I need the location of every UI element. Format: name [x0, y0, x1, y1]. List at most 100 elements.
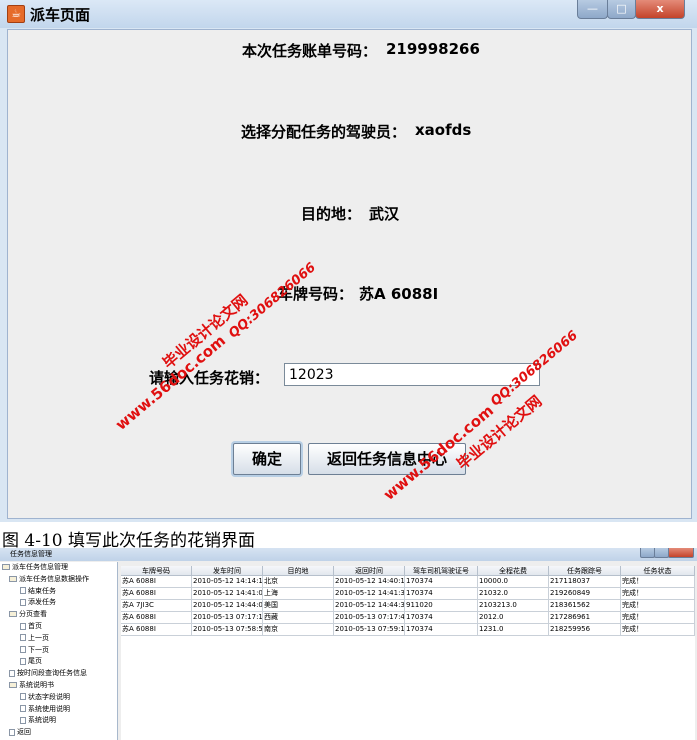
- table-cell[interactable]: 2012.0: [478, 612, 549, 624]
- tree-item-label: 派车任务信息管理: [12, 563, 68, 571]
- table-cell[interactable]: 苏A 6088I: [121, 588, 192, 600]
- folder-icon: [9, 575, 17, 582]
- confirm-button[interactable]: 确定: [233, 443, 301, 475]
- folder-icon: [9, 682, 17, 688]
- tree-item-label: 上一页: [28, 633, 49, 642]
- table-cell[interactable]: 2010-05-13 07:17:4...: [334, 612, 405, 624]
- table-cell[interactable]: 美国: [263, 600, 334, 612]
- tree-item[interactable]: 下一页: [20, 646, 49, 655]
- tree-item-label: 系统说明: [28, 716, 56, 725]
- tree-item-label: 尾页: [28, 657, 42, 666]
- table-cell[interactable]: 北京: [263, 576, 334, 588]
- column-header[interactable]: 车牌号码: [121, 566, 192, 576]
- file-icon: [20, 693, 26, 701]
- driver-label: 选择分配任务的驾驶员：: [241, 123, 407, 141]
- tree-item[interactable]: 上一页: [20, 634, 49, 643]
- column-header[interactable]: 驾车司机驾驶证号: [405, 566, 478, 576]
- maximize-button[interactable]: □: [607, 0, 636, 19]
- table-cell[interactable]: 219260849: [549, 588, 621, 600]
- tree-item[interactable]: 系统说明: [20, 716, 56, 725]
- column-header[interactable]: 发车时间: [192, 566, 263, 576]
- task-table: 车牌号码 发车时间 目的地 返回时间 驾车司机驾驶证号 全程花费 任务跟踪号 任务状态苏A 6…: [121, 566, 695, 740]
- folder-icon: [9, 611, 17, 618]
- tree-item[interactable]: 添发任务: [20, 598, 56, 607]
- tree-item-label: 返回: [17, 728, 31, 737]
- table-cell[interactable]: 2103213.0: [478, 600, 549, 612]
- order-number-label: 本次任务账单号码：: [242, 42, 378, 60]
- tree-item[interactable]: 分页查看: [9, 610, 47, 619]
- table-cell[interactable]: 2010-05-12 14:44:3...: [334, 600, 405, 612]
- task-management-window: 任务信息管理 派车任务信息管理 派车任务信息数据操作 结束任务 添发任务 分页查看 首页上…: [0, 548, 697, 740]
- table-cell[interactable]: 2010-05-13 07:58:5...: [192, 624, 263, 636]
- tree-item[interactable]: 派车任务信息数据操作: [9, 575, 89, 584]
- file-icon: [20, 716, 26, 724]
- table-cell[interactable]: 南京: [263, 624, 334, 636]
- cost-input[interactable]: [284, 363, 540, 386]
- file-icon: [9, 728, 15, 736]
- column-header[interactable]: 任务跟踪号: [549, 566, 621, 576]
- close-button-2[interactable]: [668, 548, 694, 558]
- column-header[interactable]: 全程花费: [478, 566, 549, 576]
- tree-item-label: 状态字段说明: [28, 692, 70, 701]
- table-cell[interactable]: 上海: [263, 588, 334, 600]
- column-header[interactable]: 返回时间: [334, 566, 405, 576]
- tree-item-label: 系统使用说明: [28, 704, 70, 713]
- plate-value: 苏A 6088I: [359, 285, 439, 303]
- table-cell[interactable]: 苏A 6088I: [121, 612, 192, 624]
- table-cell[interactable]: 完成！: [621, 624, 695, 636]
- table-cell[interactable]: 完成！: [621, 600, 695, 612]
- tree-item[interactable]: 系统使用说明: [20, 705, 70, 714]
- table-cell[interactable]: 2010-05-12 14:44:0...: [192, 600, 263, 612]
- minimize-button-2[interactable]: [640, 548, 655, 558]
- table-cell[interactable]: 218361562: [549, 600, 621, 612]
- table-cell[interactable]: 完成！: [621, 588, 695, 600]
- table-cell[interactable]: 170374: [405, 612, 478, 624]
- table-cell[interactable]: 2010-05-12 14:14:1...: [192, 576, 263, 588]
- file-icon: [20, 705, 26, 713]
- table-cell[interactable]: 218259956: [549, 624, 621, 636]
- tree-item[interactable]: 返回: [9, 728, 31, 737]
- table-cell[interactable]: 2010-05-12 14:41:3...: [334, 588, 405, 600]
- tree-item[interactable]: 首页: [20, 622, 42, 631]
- table-cell[interactable]: 2010-05-13 07:17:1...: [192, 612, 263, 624]
- table-cell[interactable]: 21032.0: [478, 588, 549, 600]
- column-header[interactable]: 目的地: [263, 566, 334, 576]
- table-cell[interactable]: 2010-05-12 14:40:1...: [334, 576, 405, 588]
- close-button[interactable]: x: [635, 0, 685, 19]
- tree-item[interactable]: 系统说明书: [9, 681, 54, 690]
- table-cell[interactable]: 2010-05-12 14:41:0...: [192, 588, 263, 600]
- tree-item[interactable]: 尾页: [20, 657, 42, 666]
- table-cell[interactable]: 西藏: [263, 612, 334, 624]
- tree-item-label: 下一页: [28, 645, 49, 654]
- java-cup-icon: ☕: [7, 5, 25, 23]
- table-cell[interactable]: 完成！: [621, 612, 695, 624]
- file-icon: [20, 646, 26, 654]
- file-icon: [20, 587, 26, 595]
- table-cell[interactable]: 217118037: [549, 576, 621, 588]
- column-header[interactable]: 任务状态: [621, 566, 695, 576]
- table-cell[interactable]: 1231.0: [478, 624, 549, 636]
- table-cell[interactable]: 170374: [405, 588, 478, 600]
- minimize-button[interactable]: —: [577, 0, 608, 19]
- title-bar: ☕ 派车页面 — □ x: [0, 0, 697, 28]
- destination-value: 武汉: [369, 205, 400, 223]
- table-cell[interactable]: 911020: [405, 600, 478, 612]
- tree-item[interactable]: 按时间段查询任务信息: [9, 669, 87, 678]
- table-cell[interactable]: 2010-05-13 07:59:1...: [334, 624, 405, 636]
- maximize-button-2[interactable]: [654, 548, 669, 558]
- tree-item[interactable]: 状态字段说明: [20, 693, 70, 702]
- table-cell[interactable]: 苏A 7JI3C: [121, 600, 192, 612]
- table-cell[interactable]: 170374: [405, 576, 478, 588]
- table-cell[interactable]: 217286961: [549, 612, 621, 624]
- tree-item[interactable]: 派车任务信息管理: [2, 563, 68, 572]
- tree-item[interactable]: 结束任务: [20, 587, 56, 596]
- tree-item-label: 结束任务: [28, 586, 56, 595]
- file-icon: [9, 669, 15, 677]
- driver-value[interactable]: xaofds: [415, 121, 471, 139]
- table-cell[interactable]: 10000.0: [478, 576, 549, 588]
- table-cell[interactable]: 170374: [405, 624, 478, 636]
- tree-item-label: 添发任务: [28, 598, 56, 607]
- table-cell[interactable]: 苏A 6088I: [121, 624, 192, 636]
- table-cell[interactable]: 完成！: [621, 576, 695, 588]
- table-cell[interactable]: 苏A 6088I: [121, 576, 192, 588]
